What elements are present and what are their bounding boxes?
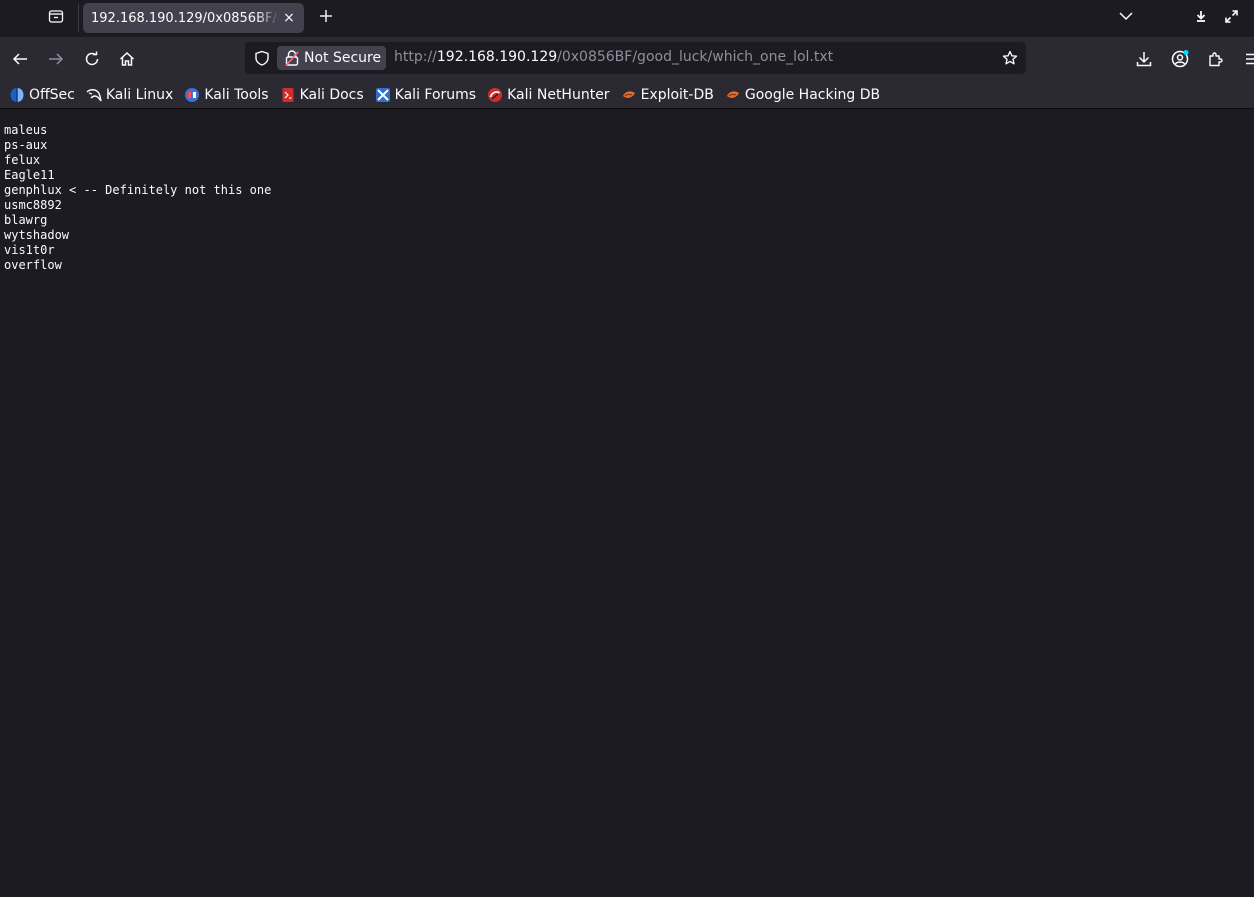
text-line: felux	[4, 153, 41, 167]
exploit-db-icon	[622, 90, 635, 98]
tab-separator	[78, 4, 79, 32]
expand-icon	[1224, 9, 1238, 23]
chevron-down-icon	[1119, 12, 1133, 21]
bookmark-label: Kali Linux	[105, 86, 174, 103]
account-icon	[1171, 50, 1189, 68]
active-tab[interactable]: 192.168.190.129/0x0856BF/good_luck/which…	[83, 3, 304, 33]
page-content: maleus ps-aux felux Eagle11 genphlux < -…	[0, 110, 1254, 897]
text-line: usmc8892	[4, 198, 62, 212]
bookmark-label: Exploit-DB	[640, 86, 714, 103]
list-all-tabs-button[interactable]	[1113, 4, 1139, 28]
bookmark-offsec[interactable]: OffSec	[7, 83, 78, 107]
arrow-right-icon	[49, 53, 64, 65]
back-button[interactable]	[6, 45, 34, 73]
bookmark-kali-docs[interactable]: Kali Docs	[278, 83, 367, 107]
forward-button[interactable]	[42, 45, 70, 73]
bookmark-label: Kali Forums	[394, 86, 477, 103]
bookmark-google-hacking-db[interactable]: Google Hacking DB	[723, 83, 883, 107]
kali-forums-icon	[375, 87, 390, 102]
bookmarks-toolbar: OffSec Kali Linux Kali Tools Kali Docs K…	[0, 81, 1254, 109]
tracking-protection-button[interactable]	[252, 48, 272, 68]
text-line: overflow	[4, 258, 62, 272]
menu-button[interactable]	[1238, 45, 1254, 73]
url-host: 192.168.190.129	[436, 49, 558, 65]
kali-tools-icon	[185, 87, 200, 102]
maximize-button[interactable]	[1218, 4, 1244, 28]
tab-strip: 192.168.190.129/0x0856BF/good_luck/which…	[0, 0, 1254, 37]
firefox-view-button[interactable]	[40, 4, 72, 28]
url-scheme: http://	[394, 49, 437, 65]
tab-title: 192.168.190.129/0x0856BF/good_luck/which…	[91, 10, 279, 26]
kali-dragon-icon	[86, 88, 102, 101]
ghdb-icon	[726, 90, 739, 98]
account-button[interactable]	[1166, 45, 1194, 73]
new-tab-button[interactable]	[313, 4, 339, 28]
arrow-left-icon	[12, 53, 27, 65]
puzzle-icon	[1209, 52, 1223, 67]
tab-close-button[interactable]: ×	[281, 9, 297, 27]
security-label: Not Secure	[304, 50, 382, 66]
home-button[interactable]	[113, 45, 141, 73]
home-icon	[119, 51, 135, 66]
minimize-button[interactable]	[1188, 4, 1214, 28]
shield-icon	[255, 50, 269, 66]
text-file-body: maleus ps-aux felux Eagle11 genphlux < -…	[4, 123, 271, 273]
bookmark-label: Kali Tools	[204, 86, 269, 103]
text-line: genphlux < -- Definitely not this one	[4, 183, 272, 197]
text-line: blawrg	[4, 213, 48, 227]
download-arrow-icon	[1196, 11, 1206, 22]
security-indicator[interactable]: Not Secure	[277, 46, 386, 70]
url-text[interactable]: http://192.168.190.129/0x0856BF/good_luc…	[394, 49, 833, 65]
url-bar[interactable]: Not Secure http://192.168.190.129/0x0856…	[245, 42, 1026, 74]
bookmark-label: Google Hacking DB	[744, 86, 881, 103]
text-line: Eagle11	[4, 168, 55, 182]
text-line: wytshadow	[4, 228, 70, 242]
bookmark-label: Kali Docs	[299, 86, 364, 103]
offsec-icon	[10, 87, 24, 102]
reload-icon	[85, 51, 99, 66]
hamburger-menu-icon	[1246, 53, 1254, 65]
text-line: ps-aux	[4, 138, 48, 152]
download-icon	[1136, 52, 1152, 67]
bookmark-kali-forums[interactable]: Kali Forums	[373, 83, 479, 107]
bookmark-kali-tools[interactable]: Kali Tools	[182, 83, 271, 107]
downloads-button[interactable]	[1130, 45, 1158, 73]
text-line: maleus	[4, 123, 48, 137]
bookmark-exploit-db[interactable]: Exploit-DB	[619, 83, 717, 107]
firefox-view-icon	[48, 10, 64, 23]
bookmark-kali-nethunter[interactable]: Kali NetHunter	[485, 83, 612, 107]
extensions-button[interactable]	[1202, 45, 1230, 73]
text-line: vis1t0r	[4, 243, 55, 257]
reload-button[interactable]	[78, 45, 106, 73]
url-path: /0x0856BF/good_luck/which_one_lol.txt	[557, 49, 834, 65]
navigation-toolbar: Not Secure http://192.168.190.129/0x0856…	[0, 37, 1254, 81]
bookmark-label: Kali NetHunter	[507, 86, 610, 103]
star-icon	[1002, 50, 1018, 65]
plus-icon	[320, 10, 332, 22]
kali-nethunter-icon	[488, 87, 503, 102]
insecure-lock-icon	[285, 50, 299, 66]
bookmark-kali-linux[interactable]: Kali Linux	[84, 83, 176, 107]
bookmark-star-button[interactable]	[1000, 48, 1020, 68]
bookmark-label: OffSec	[29, 86, 75, 103]
kali-docs-icon	[282, 87, 294, 102]
